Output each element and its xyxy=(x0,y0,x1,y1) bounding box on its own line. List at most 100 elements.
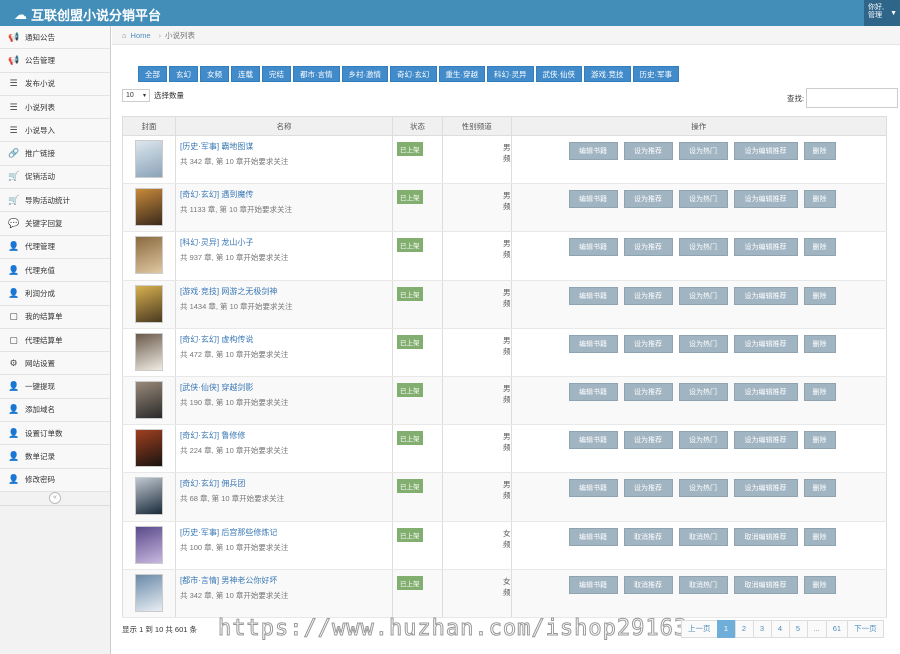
sidebar-item[interactable]: ☰ 小说列表 xyxy=(0,95,110,120)
filter-button[interactable]: 武侠·仙侠 xyxy=(535,66,582,82)
book-title-link[interactable]: [武侠·仙侠] 穿越剑影 xyxy=(176,377,392,393)
col-cover[interactable]: 封面 xyxy=(122,116,176,136)
sidebar-item[interactable]: 👤 代理管理 xyxy=(0,235,110,259)
prev-page-button[interactable]: 上一页 xyxy=(681,620,718,638)
action-button[interactable]: 设为编辑推荐 xyxy=(733,190,798,209)
book-title-link[interactable]: [历史·军事] 后宫那些修炼记 xyxy=(176,522,392,538)
book-title-link[interactable]: [奇幻·玄幻] 遇到魔传 xyxy=(176,184,392,200)
book-title-link[interactable]: [奇幻·玄幻] 鲁修修 xyxy=(176,425,392,441)
page-button[interactable]: 3 xyxy=(752,620,772,638)
page-button[interactable]: 4 xyxy=(770,620,790,638)
sidebar-item[interactable]: 👤 利润分成 xyxy=(0,282,110,306)
action-button[interactable]: 设为编辑推荐 xyxy=(733,238,798,257)
book-cover[interactable] xyxy=(135,140,163,178)
action-button[interactable]: 编辑书籍 xyxy=(568,238,618,257)
page-button[interactable]: 1 xyxy=(716,620,736,638)
sidebar-item[interactable]: 📢 通知公告 xyxy=(0,26,110,50)
sidebar-item[interactable]: 👤 添加域名 xyxy=(0,398,110,423)
breadcrumb-home[interactable]: Home xyxy=(131,31,151,40)
action-button[interactable]: 删除 xyxy=(803,238,836,257)
sidebar-item[interactable]: 👤 一键提现 xyxy=(0,375,110,399)
sidebar-item[interactable]: 👤 数单记录 xyxy=(0,445,110,469)
action-button[interactable]: 设为编辑推荐 xyxy=(733,142,798,160)
action-button[interactable]: 编辑书籍 xyxy=(568,431,618,450)
action-button[interactable]: 删除 xyxy=(803,142,836,160)
page-length-select[interactable]: 10 ▾ xyxy=(122,89,150,102)
action-button[interactable]: 取消热门 xyxy=(678,575,728,594)
book-cover[interactable] xyxy=(135,236,163,275)
action-button[interactable]: 设为推荐 xyxy=(623,479,673,498)
col-name[interactable]: 名称 xyxy=(175,116,393,136)
book-cover[interactable] xyxy=(135,525,163,564)
filter-button[interactable]: 女频 xyxy=(200,66,229,82)
sidebar-item[interactable]: 👤 修改密码 xyxy=(0,468,110,492)
sidebar-item[interactable]: 🛒 促销活动 xyxy=(0,165,110,190)
double-chevron-left-icon[interactable]: « xyxy=(49,492,61,505)
filter-button[interactable]: 全部 xyxy=(138,66,167,82)
app-brand[interactable]: ☁ 互联创盟小说分销平台 xyxy=(14,5,161,24)
action-button[interactable]: 取消编辑推荐 xyxy=(733,527,798,546)
action-button[interactable]: 删除 xyxy=(803,575,836,594)
book-cover[interactable] xyxy=(135,284,163,323)
action-button[interactable]: 设为热门 xyxy=(678,286,728,305)
sidebar-item[interactable]: 📢 公告管理 xyxy=(0,49,110,73)
action-button[interactable]: 设为推荐 xyxy=(623,382,673,401)
sidebar-item[interactable]: 👤 代理充值 xyxy=(0,258,110,283)
action-button[interactable]: 取消推荐 xyxy=(623,575,673,594)
action-button[interactable]: 编辑书籍 xyxy=(568,479,618,498)
filter-button[interactable]: 完结 xyxy=(262,66,291,82)
action-button[interactable]: 删除 xyxy=(803,190,836,209)
action-button[interactable]: 删除 xyxy=(803,479,836,498)
next-page-button[interactable]: 下一页 xyxy=(847,620,884,638)
book-title-link[interactable]: [科幻·灵异] 龙山小子 xyxy=(176,232,392,248)
page-button[interactable]: 5 xyxy=(788,620,808,638)
filter-button[interactable]: 重生·穿越 xyxy=(438,66,485,82)
book-title-link[interactable]: [奇幻·玄幻] 虚构传说 xyxy=(176,329,392,345)
action-button[interactable]: 编辑书籍 xyxy=(568,575,618,594)
action-button[interactable]: 编辑书籍 xyxy=(568,334,618,353)
action-button[interactable]: 设为编辑推荐 xyxy=(733,286,798,305)
action-button[interactable]: 设为热门 xyxy=(678,238,728,257)
action-button[interactable]: 设为推荐 xyxy=(623,190,673,209)
action-button[interactable]: 取消推荐 xyxy=(623,527,673,546)
action-button[interactable]: 删除 xyxy=(803,382,836,401)
action-button[interactable]: 设为热门 xyxy=(678,334,728,353)
book-cover[interactable] xyxy=(135,188,163,227)
sidebar-item[interactable]: ▢ 我的结算单 xyxy=(0,305,110,329)
action-button[interactable]: 设为热门 xyxy=(678,431,728,450)
sidebar-item[interactable]: 🛒 导购活动统计 xyxy=(0,189,110,213)
action-button[interactable]: 编辑书籍 xyxy=(568,527,618,546)
sidebar-item[interactable]: 💬 关键字回复 xyxy=(0,212,110,236)
sidebar-item[interactable]: ☰ 发布小说 xyxy=(0,72,110,96)
filter-button[interactable]: 科幻·灵异 xyxy=(487,66,534,82)
action-button[interactable]: 编辑书籍 xyxy=(568,382,618,401)
action-button[interactable]: 设为热门 xyxy=(678,190,728,209)
sidebar-item[interactable]: ▢ 代理结算单 xyxy=(0,328,110,353)
col-status[interactable]: 状态 xyxy=(392,116,443,136)
user-menu[interactable]: 你好, 管理 ▼ xyxy=(864,0,900,26)
page-button[interactable]: ... xyxy=(806,620,827,638)
sidebar-item[interactable]: 👤 设置订单数 xyxy=(0,422,110,446)
action-button[interactable]: 设为推荐 xyxy=(623,142,673,160)
action-button[interactable]: 取消编辑推荐 xyxy=(733,575,798,594)
sidebar-item[interactable]: ☰ 小说导入 xyxy=(0,119,110,143)
book-cover[interactable] xyxy=(135,477,163,516)
book-cover[interactable] xyxy=(135,429,163,468)
action-button[interactable]: 删除 xyxy=(803,286,836,305)
page-button[interactable]: 61 xyxy=(825,620,849,638)
page-button[interactable]: 2 xyxy=(734,620,754,638)
filter-button[interactable]: 奇幻·玄幻 xyxy=(390,66,437,82)
action-button[interactable]: 设为推荐 xyxy=(623,238,673,257)
search-input[interactable] xyxy=(806,88,899,108)
action-button[interactable]: 设为编辑推荐 xyxy=(733,382,798,401)
filter-button[interactable]: 玄幻 xyxy=(169,66,198,82)
action-button[interactable]: 设为推荐 xyxy=(623,334,673,353)
sidebar-item[interactable]: 🔗 推广链接 xyxy=(0,142,110,166)
sidebar-item[interactable]: ⚙ 网站设置 xyxy=(0,352,110,376)
action-button[interactable]: 删除 xyxy=(803,334,836,353)
book-title-link[interactable]: [奇幻·玄幻] 佣兵团 xyxy=(176,473,392,489)
filter-button[interactable]: 连载 xyxy=(231,66,260,82)
filter-button[interactable]: 游戏·竞技 xyxy=(584,66,631,82)
action-button[interactable]: 编辑书籍 xyxy=(568,142,618,160)
action-button[interactable]: 编辑书籍 xyxy=(568,190,618,209)
